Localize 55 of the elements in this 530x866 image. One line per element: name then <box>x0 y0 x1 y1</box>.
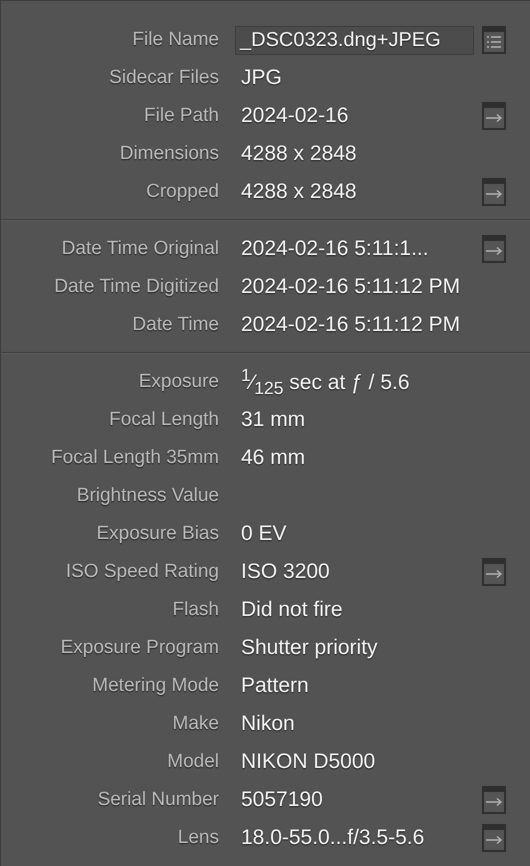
field-value: Pattern <box>241 674 310 698</box>
field-value: Did not fire <box>241 598 344 622</box>
field-label: Metering Mode <box>91 675 219 697</box>
go-to-button[interactable] <box>482 824 506 852</box>
field-value: 4288 x 2848 <box>241 142 358 166</box>
field-label: ISO Speed Rating <box>64 561 219 583</box>
field-value: 2024-02-16 5:11:12 PM <box>241 275 460 299</box>
right-arrow-icon <box>485 797 503 807</box>
field-label: Exposure Bias <box>95 523 219 545</box>
right-arrow-icon <box>485 246 503 256</box>
field-label: Cropped <box>145 181 219 203</box>
field-label: File Name <box>131 29 219 51</box>
field-value: NIKON D5000 <box>241 750 376 774</box>
field-value: 18.0-55.0...f/3.5-5.6 <box>241 826 426 850</box>
go-to-button[interactable] <box>482 558 506 586</box>
field-label: Brightness Value <box>76 485 219 507</box>
field-label: Date Time Digitized <box>53 276 219 298</box>
go-to-button[interactable] <box>482 786 506 814</box>
field-value: 2024-02-16 5:11:12 PM <box>241 313 460 337</box>
field-label: Exposure <box>138 371 219 393</box>
field-value: JPG <box>241 66 283 90</box>
file-name-field[interactable]: _DSC0323.dng+JPEG <box>235 26 474 54</box>
field-label: File Path <box>143 105 219 127</box>
go-to-button[interactable] <box>482 102 506 130</box>
field-value: 0 EV <box>241 522 288 546</box>
field-value: ISO 3200 <box>241 560 331 584</box>
list-button[interactable] <box>482 26 506 54</box>
field-value: 2024-02-16 5:11:1... <box>241 237 430 261</box>
go-to-button[interactable] <box>482 235 506 263</box>
field-value: 5057190 <box>241 788 324 812</box>
field-label: Date Time Original <box>60 238 219 260</box>
field-value: $^{1}$⁄$_{125}$ sec at ƒ / 5.6 <box>241 364 411 400</box>
field-label: Sidecar Files <box>108 67 219 89</box>
field-value: Nikon <box>241 712 296 736</box>
field-label: Dimensions <box>118 143 219 165</box>
field-label: Model <box>166 751 219 773</box>
field-value: 4288 x 2848 <box>241 180 358 204</box>
field-value: 2024-02-16 <box>241 104 350 128</box>
field-value: 46 mm <box>241 446 306 470</box>
field-value: Shutter priority <box>241 636 379 660</box>
field-label: Lens <box>176 827 219 849</box>
list-icon <box>486 35 502 49</box>
field-label: Make <box>172 713 219 735</box>
field-label: Serial Number <box>96 789 219 811</box>
field-label: Flash <box>172 599 219 621</box>
field-label: Date Time <box>131 314 219 336</box>
right-arrow-icon <box>485 113 503 123</box>
field-label: Focal Length 35mm <box>50 447 219 469</box>
right-arrow-icon <box>485 189 503 199</box>
right-arrow-icon <box>485 569 503 579</box>
field-value: 31 mm <box>241 408 306 432</box>
field-label: Exposure Program <box>60 637 219 659</box>
go-to-button[interactable] <box>482 178 506 206</box>
right-arrow-icon <box>485 835 503 845</box>
field-label: Focal Length <box>108 409 219 431</box>
